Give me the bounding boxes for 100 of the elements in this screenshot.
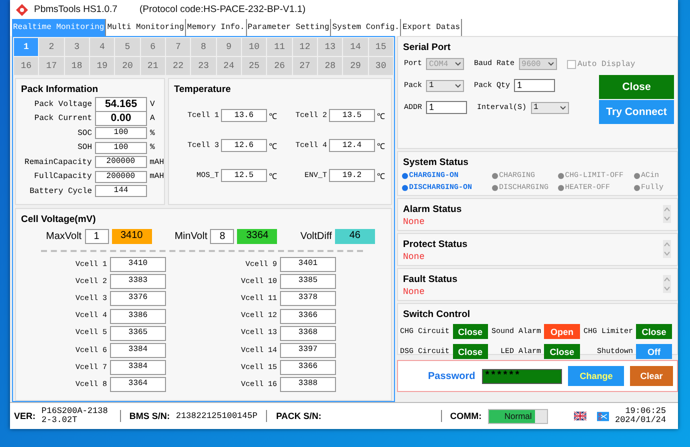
status-text: None xyxy=(402,217,426,227)
field-label: Pack Current xyxy=(33,114,92,124)
field-label: Pack Voltage xyxy=(33,100,92,109)
value-field: 12.4 xyxy=(329,139,375,152)
pack-button[interactable]: 4 xyxy=(90,38,114,56)
value-field: 144 xyxy=(95,185,147,198)
unit-label: V xyxy=(150,100,155,109)
pack-button[interactable]: 29 xyxy=(343,57,368,75)
progress-text: Normal xyxy=(503,410,533,422)
unit-label: ℃ xyxy=(377,112,385,122)
status-text: None xyxy=(402,252,426,262)
tab[interactable]: Parameter Setting xyxy=(246,19,332,36)
section-title: Serial Port xyxy=(402,41,452,53)
tab[interactable]: Multi Monitoring xyxy=(106,19,186,36)
value-field: 3388 xyxy=(280,377,336,392)
value-field: 3386 xyxy=(110,308,166,324)
field-label: VER: xyxy=(14,411,36,421)
section-title: Pack Information xyxy=(20,83,100,95)
switch-button[interactable]: Off xyxy=(636,344,672,359)
pack-button[interactable]: 19 xyxy=(90,57,114,75)
pack-button[interactable]: 12 xyxy=(292,38,317,56)
value-field: 200000 xyxy=(94,170,147,183)
password-button[interactable]: Clear xyxy=(630,366,673,386)
checkbox-label: Auto Display xyxy=(578,60,636,68)
unit-label: % xyxy=(150,128,155,138)
pack-button[interactable]: 2 xyxy=(39,38,64,56)
tab[interactable]: Memory Info. xyxy=(186,19,247,36)
section-title: Alarm Status xyxy=(402,203,463,215)
pack-button[interactable]: 3 xyxy=(64,38,89,56)
pack-button[interactable]: 15 xyxy=(368,38,393,56)
connect-button[interactable]: Close xyxy=(599,75,674,99)
pack-button[interactable]: 23 xyxy=(191,57,216,75)
value-field: 200000 xyxy=(94,156,147,168)
switch-button[interactable]: Close xyxy=(452,324,488,339)
pack-button[interactable]: 14 xyxy=(343,38,368,56)
time-text: 19:06:25 xyxy=(625,407,666,416)
pack-button[interactable]: 6 xyxy=(140,38,165,56)
section-title: Temperature xyxy=(173,83,232,95)
pack-button[interactable]: 1 xyxy=(14,38,38,56)
value-field: 13.6 xyxy=(221,109,267,122)
date-text: 2024/01/24 xyxy=(614,416,666,425)
pack-button[interactable]: 8 xyxy=(191,38,216,56)
section-title: Fault Status xyxy=(402,273,458,285)
value-field: 3366 xyxy=(280,360,336,376)
window-title: PbmsTools HS1.0.7 xyxy=(34,4,118,15)
input-field[interactable]: 1 xyxy=(426,101,468,114)
tab[interactable]: Realtime Monitoring xyxy=(12,19,106,36)
value-field: 3364 xyxy=(237,229,278,244)
pack-button[interactable]: 21 xyxy=(140,57,165,75)
input-field[interactable]: 1 xyxy=(514,79,556,92)
value-field: 3384 xyxy=(110,360,166,376)
pack-button[interactable]: 11 xyxy=(267,38,292,56)
pack-button[interactable]: 17 xyxy=(39,57,64,75)
value-field: 3376 xyxy=(110,291,166,306)
field-label: SOC xyxy=(76,128,92,138)
value-field: 3384 xyxy=(110,343,166,358)
switch-button[interactable]: Open xyxy=(544,324,580,339)
pack-button[interactable]: 18 xyxy=(64,57,89,75)
field-label: VoltDiff xyxy=(300,231,332,242)
value-field: 12.5 xyxy=(221,169,267,182)
tab[interactable]: System Config. xyxy=(331,19,402,36)
value-field: 3385 xyxy=(280,274,336,290)
section-title: Protect Status xyxy=(402,238,468,250)
value-field: 3365 xyxy=(110,326,166,341)
pack-button[interactable]: 7 xyxy=(166,38,190,56)
field-label: BMS S/N: xyxy=(129,411,170,421)
status-text: None xyxy=(402,287,426,297)
pack-button[interactable]: 25 xyxy=(242,57,266,75)
switch-button[interactable]: Close xyxy=(636,324,672,339)
unit-label: ℃ xyxy=(377,172,385,182)
protocol-code: (Protocol code:HS-PACE-232-BP-V1.1) xyxy=(139,4,306,15)
pack-button[interactable]: 27 xyxy=(292,57,317,75)
cell-index-field: 8 xyxy=(210,229,234,244)
section-title: Switch Control xyxy=(402,308,472,320)
pack-button[interactable]: 26 xyxy=(267,57,292,75)
value-field: 46 xyxy=(334,229,375,244)
pack-button[interactable]: 5 xyxy=(115,38,140,56)
dropdown[interactable]: 1 xyxy=(530,102,569,114)
pack-button[interactable]: 24 xyxy=(216,57,241,75)
unit-label: ℃ xyxy=(269,172,277,182)
cell-index-field: 1 xyxy=(84,229,109,244)
field-label: Password xyxy=(428,370,476,382)
pack-button[interactable]: 30 xyxy=(368,57,393,75)
connect-button[interactable]: Try Connect xyxy=(599,100,674,124)
pack-button[interactable]: 13 xyxy=(318,38,342,56)
password-field[interactable]: ****** xyxy=(482,368,562,384)
unit-label: ℃ xyxy=(269,112,277,122)
switch-button[interactable]: Close xyxy=(452,344,488,359)
password-button[interactable]: Change xyxy=(568,366,624,386)
serial-number-text: 213822125100145P xyxy=(176,411,258,421)
field-label: FullCapacity xyxy=(33,172,92,182)
switch-button[interactable]: Close xyxy=(544,344,580,359)
pack-button[interactable]: 9 xyxy=(216,38,241,56)
pack-button[interactable]: 22 xyxy=(166,57,190,75)
pack-button[interactable]: 20 xyxy=(115,57,140,75)
tab[interactable]: Export Datas xyxy=(401,19,462,36)
pack-button[interactable]: 16 xyxy=(14,57,38,75)
dropdown[interactable]: 1 xyxy=(426,80,464,92)
pack-button[interactable]: 28 xyxy=(318,57,342,75)
pack-button[interactable]: 10 xyxy=(242,38,266,56)
